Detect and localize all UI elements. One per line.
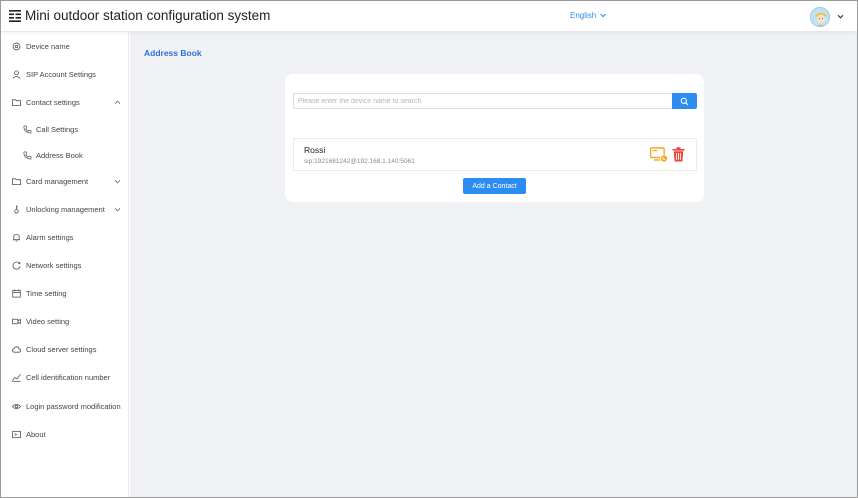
calendar-icon bbox=[12, 288, 21, 298]
search-input[interactable] bbox=[293, 93, 673, 109]
sidebar-item-device-name[interactable]: Device name bbox=[1, 36, 129, 56]
eye-icon bbox=[12, 403, 21, 409]
sidebar-item-login-password[interactable]: Login password modification bbox=[1, 396, 129, 416]
sidebar-item-cloud-server[interactable]: Cloud server settings bbox=[1, 339, 129, 359]
sidebar-item-alarm-settings[interactable]: Alarm settings bbox=[1, 227, 129, 247]
settings-icon bbox=[12, 42, 21, 50]
bell-icon bbox=[12, 233, 21, 242]
search-icon bbox=[680, 97, 689, 105]
sidebar-item-call-settings[interactable]: Call Settings bbox=[1, 119, 129, 139]
language-label: English bbox=[570, 11, 597, 20]
sidebar-item-label: Login password modification bbox=[26, 401, 121, 411]
sidebar-item-label: Card management bbox=[26, 176, 89, 186]
sidebar-item-address-book[interactable]: Address Book bbox=[1, 145, 129, 165]
phone-book-icon bbox=[23, 151, 32, 159]
page-title: Address Book bbox=[144, 48, 202, 58]
phone-icon bbox=[23, 125, 32, 133]
video-icon bbox=[12, 318, 21, 324]
contact-sip-address: sip:1921681242@192.168.1.140:5061 bbox=[304, 158, 415, 165]
sidebar-item-label: Device name bbox=[26, 41, 70, 51]
key-icon bbox=[14, 204, 19, 214]
app-window: Mini outdoor station configuration syste… bbox=[0, 0, 858, 498]
sidebar-item-label: Cell identification number bbox=[26, 372, 111, 382]
sidebar-item-label: Network settings bbox=[26, 260, 82, 270]
delete-icon[interactable] bbox=[672, 147, 685, 162]
sidebar-item-contact-settings[interactable]: Contact settings bbox=[1, 92, 129, 112]
sidebar-item-label: Video setting bbox=[26, 316, 70, 326]
chevron-up-icon bbox=[114, 100, 121, 104]
sidebar-item-card-management[interactable]: Card management bbox=[1, 171, 129, 191]
folder-icon bbox=[12, 177, 21, 185]
network-icon bbox=[12, 261, 21, 270]
search-button[interactable] bbox=[672, 93, 697, 109]
chevron-down-icon bbox=[114, 179, 121, 183]
sidebar-item-label: Contact settings bbox=[26, 97, 80, 107]
sidebar-item-label: About bbox=[26, 429, 46, 439]
address-book-card: Rossi sip:1921681242@192.168.1.140:5061 bbox=[285, 74, 704, 202]
contact-name: Rossi bbox=[304, 145, 326, 155]
language-selector[interactable]: English bbox=[570, 11, 607, 20]
folder-icon bbox=[12, 98, 21, 106]
sidebar-item-label: SIP Account Settings bbox=[26, 69, 96, 79]
add-contact-button[interactable]: Add a Contact bbox=[463, 178, 526, 194]
sidebar-item-label: Cloud server settings bbox=[26, 344, 97, 354]
sidebar-item-cell-identification[interactable]: Cell identification number bbox=[1, 367, 129, 387]
chevron-down-icon bbox=[600, 13, 607, 18]
monitor-call-icon[interactable] bbox=[650, 147, 668, 163]
sidebar-item-about[interactable]: About bbox=[1, 424, 129, 444]
about-icon bbox=[12, 430, 21, 438]
sidebar-item-label: Call Settings bbox=[36, 124, 79, 134]
sidebar-item-label: Unlocking management bbox=[26, 204, 105, 214]
sidebar-item-label: Time setting bbox=[26, 288, 67, 298]
sidebar-item-label: Address Book bbox=[36, 150, 83, 160]
sidebar-item-network-settings[interactable]: Network settings bbox=[1, 255, 129, 275]
chart-icon bbox=[12, 373, 21, 382]
sidebar-item-unlocking-management[interactable]: Unlocking management bbox=[1, 199, 129, 219]
chevron-down-icon bbox=[114, 207, 121, 211]
user-icon bbox=[12, 69, 21, 79]
sidebar-item-sip-account[interactable]: SIP Account Settings bbox=[1, 64, 129, 84]
main-content: Address Book Rossi sip:1921681242@192.16… bbox=[130, 32, 857, 497]
sidebar: Device name SIP Account Settings Contact… bbox=[1, 32, 129, 497]
sidebar-item-time-setting[interactable]: Time setting bbox=[1, 283, 129, 303]
contact-list-item: Rossi sip:1921681242@192.168.1.140:5061 bbox=[293, 138, 697, 171]
cloud-icon bbox=[12, 345, 21, 353]
user-menu-chevron-icon[interactable] bbox=[837, 13, 844, 20]
top-header: Mini outdoor station configuration syste… bbox=[1, 1, 857, 32]
app-title: Mini outdoor station configuration syste… bbox=[25, 8, 271, 23]
sidebar-item-video-setting[interactable]: Video setting bbox=[1, 311, 129, 331]
sidebar-item-label: Alarm settings bbox=[26, 232, 74, 242]
user-avatar[interactable] bbox=[810, 7, 830, 27]
menu-icon[interactable] bbox=[9, 10, 21, 22]
